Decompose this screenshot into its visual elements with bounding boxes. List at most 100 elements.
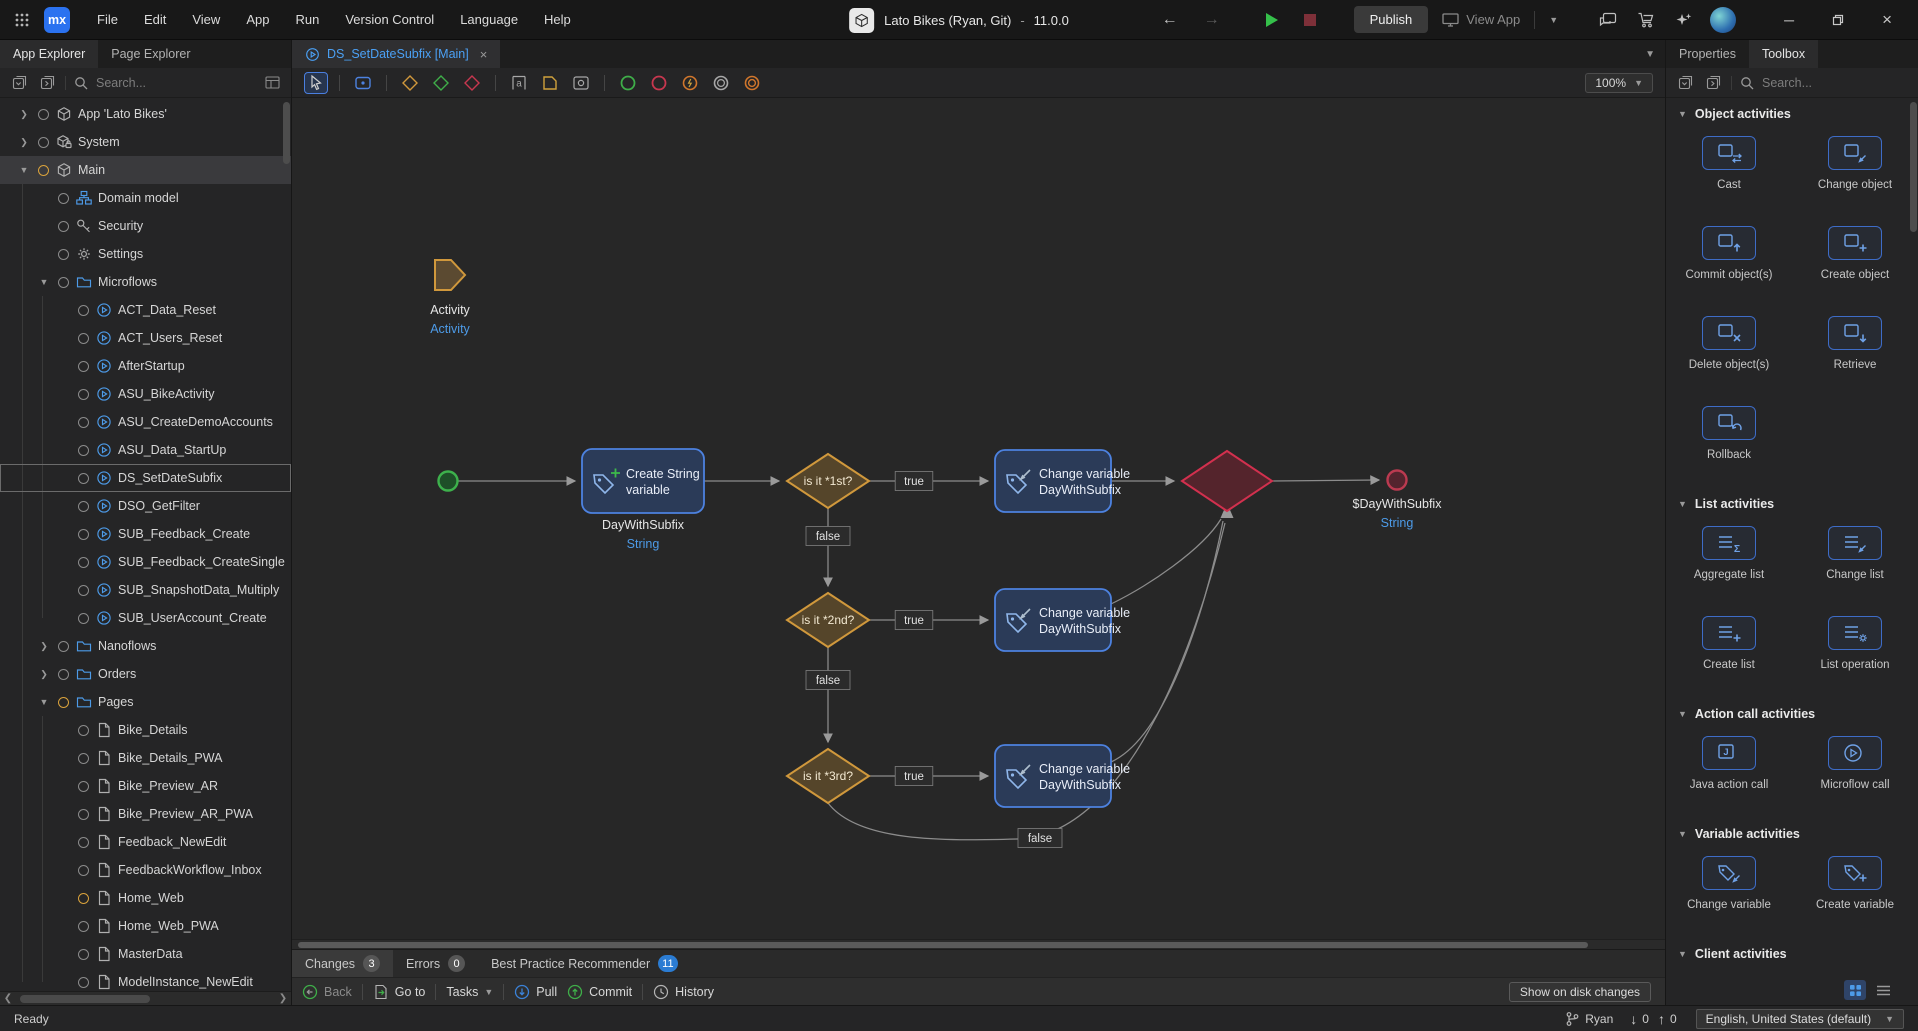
view-app-dropdown-caret-icon[interactable]: ▼ xyxy=(1549,15,1558,25)
tree-item-asu-bikeactivity[interactable]: ASU_BikeActivity xyxy=(0,380,291,408)
legend-activity-parameter[interactable]: ActivityActivity xyxy=(430,260,470,336)
flow-node-merge[interactable] xyxy=(1182,451,1272,511)
error-event-tool[interactable] xyxy=(678,72,702,94)
section-variable-activities[interactable]: ▼Variable activities xyxy=(1666,818,1918,848)
toolbox-item-create-list[interactable]: Create list xyxy=(1666,608,1792,698)
commit-button[interactable]: Commit xyxy=(567,984,632,1000)
back-button[interactable]: Back xyxy=(302,984,352,1000)
collapse-all-icon[interactable] xyxy=(9,73,29,93)
tab-page-explorer[interactable]: Page Explorer xyxy=(98,40,203,68)
run-icon[interactable] xyxy=(1260,8,1284,32)
tree-item-sub-feedback-create[interactable]: SUB_Feedback_Create xyxy=(0,520,291,548)
flow-edge[interactable] xyxy=(1111,519,1221,604)
tree-item-bike-preview-ar-pwa[interactable]: Bike_Preview_AR_PWA xyxy=(0,800,291,828)
flow-node-decision-1[interactable]: is it *1st? xyxy=(787,454,869,508)
toolbox-item-microflow-call[interactable]: Microflow call xyxy=(1792,728,1918,818)
toolbox-item-commit-object-s[interactable]: Commit object(s) xyxy=(1666,218,1792,308)
menu-file[interactable]: File xyxy=(84,7,131,32)
pull-button[interactable]: Pull xyxy=(514,984,557,1000)
toolbox-item-create-variable[interactable]: Create variable xyxy=(1792,848,1918,938)
object-type-decision-tool[interactable] xyxy=(460,72,484,94)
tree-item-ds-setdatesubfix[interactable]: DS_SetDateSubfix xyxy=(0,464,291,492)
mendix-logo[interactable]: mx xyxy=(44,7,70,33)
menu-view[interactable]: View xyxy=(179,7,233,32)
tree-item-bike-details-pwa[interactable]: Bike_Details_PWA xyxy=(0,744,291,772)
explorer-search-input[interactable]: Search... xyxy=(74,76,254,90)
chevron-down-icon[interactable]: ▼ xyxy=(36,277,52,287)
back-icon[interactable]: ← xyxy=(1156,9,1184,31)
tree-item-sub-feedback-createsingle[interactable]: SUB_Feedback_CreateSingle xyxy=(0,548,291,576)
forward-icon[interactable]: → xyxy=(1198,9,1226,31)
close-tab-icon[interactable]: × xyxy=(480,47,488,62)
dock-tab-errors[interactable]: Errors0 xyxy=(393,950,478,977)
toolbox-item-java-action-call[interactable]: JJava action call xyxy=(1666,728,1792,818)
tasks-button[interactable]: Tasks▼ xyxy=(446,985,493,999)
tree-item-act-data-reset[interactable]: ACT_Data_Reset xyxy=(0,296,291,324)
tree-item-main[interactable]: ▼Main xyxy=(0,156,291,184)
toolbox-search-input[interactable]: Search... xyxy=(1740,76,1909,90)
flow-node-decision-2[interactable]: is it *2nd? xyxy=(787,593,869,647)
tab-toolbox[interactable]: Toolbox xyxy=(1749,40,1818,68)
dock-tab-best-practice-recommender[interactable]: Best Practice Recommender11 xyxy=(478,950,691,977)
publish-button[interactable]: Publish xyxy=(1354,6,1429,33)
flow-node-start[interactable] xyxy=(439,472,458,491)
merge-tool[interactable] xyxy=(429,72,453,94)
section-list-activities[interactable]: ▼List activities xyxy=(1666,488,1918,518)
tree-item-modelinstance-newedit[interactable]: ModelInstance_NewEdit xyxy=(0,968,291,991)
parameter-tool[interactable] xyxy=(538,72,562,94)
flow-node-end[interactable] xyxy=(1388,471,1407,490)
flow-edge[interactable] xyxy=(1272,480,1379,481)
tree-item-home-web-pwa[interactable]: Home_Web_PWA xyxy=(0,912,291,940)
view-app-button[interactable]: View App xyxy=(1442,12,1520,27)
maximize-icon[interactable] xyxy=(1820,0,1856,40)
explorer-hscrollbar[interactable]: ❮❯ xyxy=(0,991,291,1005)
tree-item-pages[interactable]: ▼Pages xyxy=(0,688,291,716)
loop-tool[interactable] xyxy=(569,72,593,94)
menu-help[interactable]: Help xyxy=(531,7,584,32)
explorer-vscrollbar[interactable] xyxy=(283,102,290,164)
decision-tool[interactable] xyxy=(398,72,422,94)
dock-tab-changes[interactable]: Changes3 xyxy=(292,950,393,977)
flow-node-decision-3[interactable]: is it *3rd? xyxy=(787,749,869,803)
tree-item-system[interactable]: ❯System xyxy=(0,128,291,156)
close-icon[interactable]: × xyxy=(1870,0,1904,40)
stop-icon[interactable] xyxy=(1298,8,1322,32)
tree-item-home-web[interactable]: Home_Web xyxy=(0,884,291,912)
end-event-tool[interactable] xyxy=(647,72,671,94)
tree-item-orders[interactable]: ❯Orders xyxy=(0,660,291,688)
toolbox-item-list-operation[interactable]: List operation xyxy=(1792,608,1918,698)
tree-item-domain-model[interactable]: Domain model xyxy=(0,184,291,212)
tree-item-microflows[interactable]: ▼Microflows xyxy=(0,268,291,296)
toolbox-vscrollbar[interactable] xyxy=(1910,102,1917,232)
menu-app[interactable]: App xyxy=(233,7,282,32)
show-on-disk-changes-button[interactable]: Show on disk changes xyxy=(1509,982,1651,1002)
tree-item-nanoflows[interactable]: ❯Nanoflows xyxy=(0,632,291,660)
continue-event-tool[interactable] xyxy=(709,72,733,94)
menu-edit[interactable]: Edit xyxy=(131,7,179,32)
grid-view-icon[interactable] xyxy=(262,73,282,93)
language-select[interactable]: English, United States (default) ▼ xyxy=(1696,1009,1904,1029)
outgoing-commits[interactable]: ↑ 0 xyxy=(1658,1011,1677,1027)
tree-item-act-users-reset[interactable]: ACT_Users_Reset xyxy=(0,324,291,352)
tree-item-asu-createdemoaccounts[interactable]: ASU_CreateDemoAccounts xyxy=(0,408,291,436)
annotation-tool[interactable]: a xyxy=(507,72,531,94)
flow-node-change-1[interactable]: Change variableDayWithSubfix xyxy=(995,450,1130,512)
flow-edge[interactable] xyxy=(1111,521,1223,762)
chevron-right-icon[interactable]: ❯ xyxy=(36,641,52,652)
tree-item-settings[interactable]: Settings xyxy=(0,240,291,268)
toolbox-item-cast[interactable]: Cast xyxy=(1666,128,1792,218)
tree-item-masterdata[interactable]: MasterData xyxy=(0,940,291,968)
incoming-commits[interactable]: ↓ 0 xyxy=(1630,1011,1649,1027)
menu-run[interactable]: Run xyxy=(282,7,332,32)
menu-version-control[interactable]: Version Control xyxy=(332,7,447,32)
minimize-icon[interactable]: ─ xyxy=(1772,0,1806,40)
go-to-button[interactable]: Go to xyxy=(373,984,426,1000)
chevron-down-icon[interactable]: ▼ xyxy=(16,165,32,175)
toolbox-item-aggregate-list[interactable]: ΣAggregate list xyxy=(1666,518,1792,608)
canvas-hscrollbar[interactable] xyxy=(292,939,1665,949)
zoom-select[interactable]: 100%▼ xyxy=(1585,73,1653,93)
tree-item-sub-snapshotdata-multiply[interactable]: SUB_SnapshotData_Multiply xyxy=(0,576,291,604)
tree-item-app-lato-bikes[interactable]: ❯App 'Lato Bikes' xyxy=(0,100,291,128)
tab-app-explorer[interactable]: App Explorer xyxy=(0,40,98,68)
tab-overflow-caret-icon[interactable]: ▼ xyxy=(1645,49,1665,60)
